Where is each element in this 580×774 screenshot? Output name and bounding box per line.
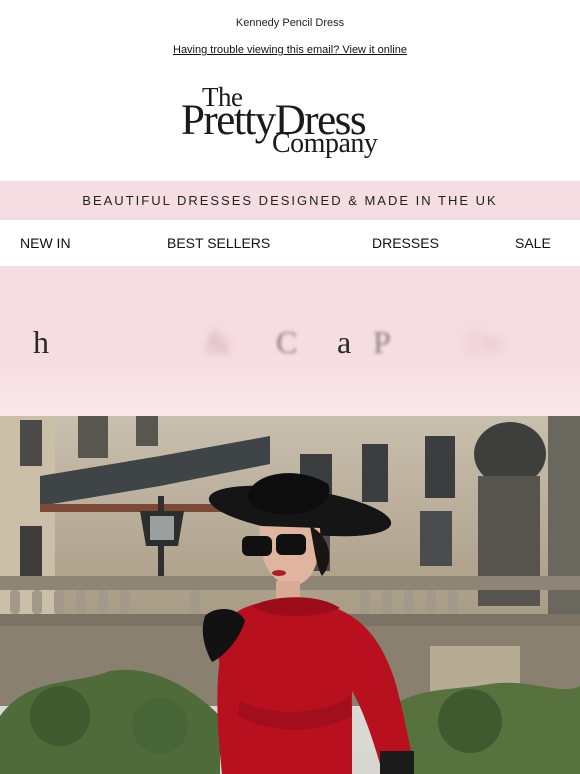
email-subject-preheader: Kennedy Pencil Dress <box>235 17 345 29</box>
heading-char: & <box>206 324 231 360</box>
main-nav: NEW IN BEST SELLERS DRESSES SALE <box>0 220 580 266</box>
heading-char: h <box>33 324 49 360</box>
hero-photo-illustration <box>0 416 580 774</box>
nav-sale[interactable]: SALE <box>515 235 551 251</box>
hero-photo-woman-red-dress[interactable] <box>0 416 580 774</box>
nav-best-sellers[interactable]: BEST SELLERS <box>167 235 270 251</box>
promo-banner: BEAUTIFUL DRESSES DESIGNED & MADE IN THE… <box>0 181 580 220</box>
view-online-row: Having trouble viewing this email? View … <box>0 44 580 56</box>
heading-char: P <box>373 324 391 360</box>
animated-heading-banner: h & C a P De <box>0 266 580 416</box>
view-online-link[interactable]: Having trouble viewing this email? View … <box>173 44 407 56</box>
heading-char: De <box>465 324 503 360</box>
nav-new-in[interactable]: NEW IN <box>20 235 71 251</box>
heading-char: a <box>337 324 352 360</box>
heading-char: C <box>276 324 298 360</box>
brand-logo[interactable]: The PrettyDress Company <box>0 82 580 162</box>
nav-dresses[interactable]: DRESSES <box>372 235 439 251</box>
logo-line-company: Company <box>272 128 378 159</box>
